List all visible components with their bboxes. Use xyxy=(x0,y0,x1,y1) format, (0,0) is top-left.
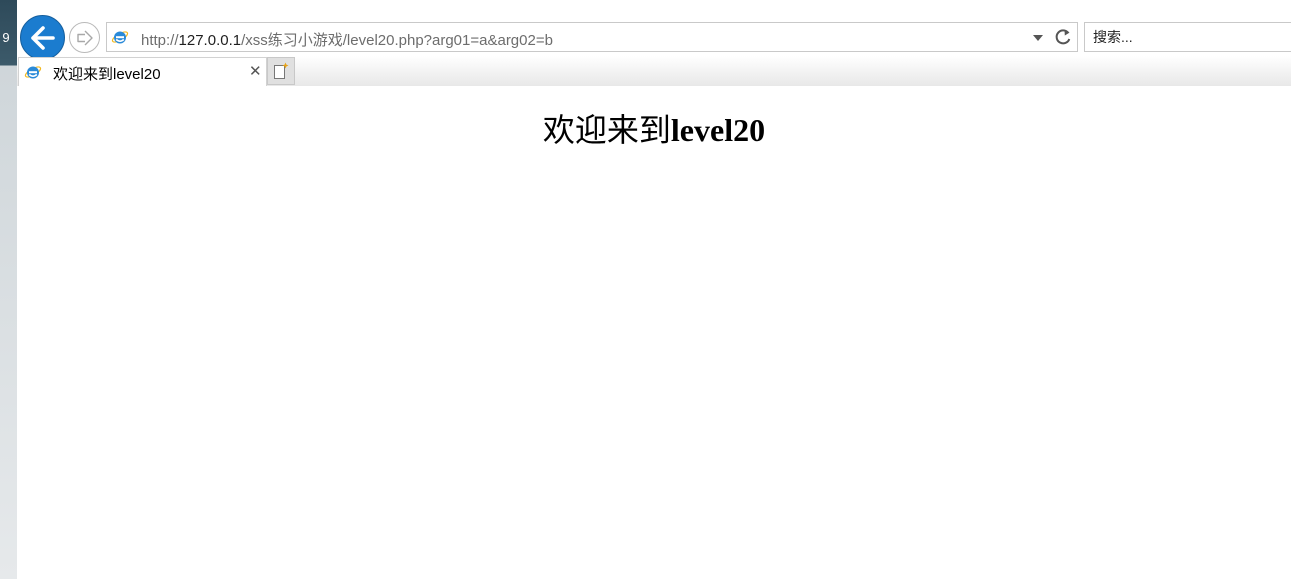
taskbar-badge: 9 xyxy=(2,30,10,45)
heading-prefix: 欢迎来到 xyxy=(542,112,671,148)
close-icon[interactable]: ✕ xyxy=(249,64,262,79)
internet-explorer-icon xyxy=(111,31,129,44)
search-input[interactable] xyxy=(1085,23,1291,51)
url-host: 127.0.0.1 xyxy=(178,32,242,49)
page-content: 欢迎来到level20 xyxy=(17,86,1291,579)
back-arrow-icon xyxy=(31,26,55,50)
tab-active[interactable]: 欢迎来到level20 ✕ xyxy=(18,57,267,86)
search-box[interactable] xyxy=(1084,22,1291,52)
refresh-icon[interactable] xyxy=(1053,27,1073,47)
internet-explorer-icon xyxy=(24,66,42,79)
page-heading: 欢迎来到level20 xyxy=(17,105,1291,151)
tab-title: 欢迎来到level20 xyxy=(53,66,161,83)
forward-button[interactable] xyxy=(69,22,100,53)
heading-level: level20 xyxy=(670,112,766,148)
browser-toolbar: http://127.0.0.1/xss练习小游戏/level20.php?ar… xyxy=(17,0,1291,86)
url-scheme: http:// xyxy=(141,32,179,49)
chevron-down-icon[interactable] xyxy=(1033,35,1043,41)
url-path: /xss练习小游戏/level20.php?arg01=a&arg02=b xyxy=(241,32,553,49)
address-bar[interactable]: http://127.0.0.1/xss练习小游戏/level20.php?ar… xyxy=(106,22,1078,52)
new-tab-button[interactable] xyxy=(267,57,295,85)
forward-arrow-icon xyxy=(77,30,93,46)
taskbar-edge: 9 xyxy=(0,0,17,579)
back-button[interactable] xyxy=(20,15,65,60)
url-text[interactable]: http://127.0.0.1/xss练习小游戏/level20.php?ar… xyxy=(141,29,553,50)
new-tab-icon xyxy=(274,62,289,79)
